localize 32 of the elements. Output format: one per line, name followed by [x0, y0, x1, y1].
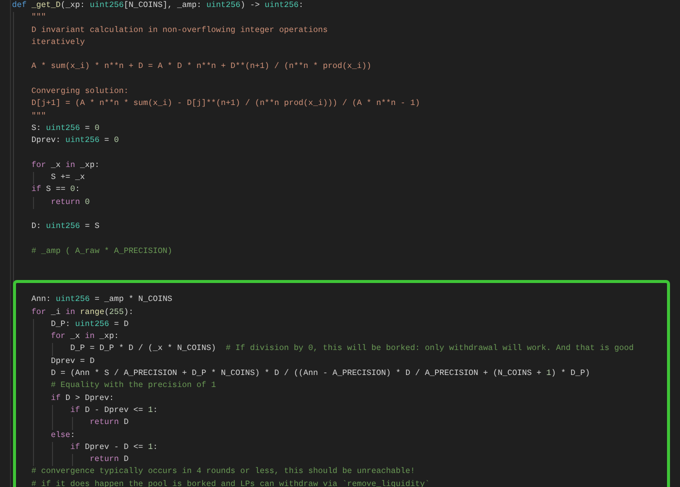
code-line: return D: [90, 454, 129, 466]
code-line: D_P = D_P * D / (_x * N_COINS) # If division by 0, this will be borked: only withdrawal will work. And that is good: [70, 343, 634, 356]
code-line: D = (Ann * S / A_PRECISION + D_P * N_COINS) * D / ((Ann - A_PRECISION) * D / A_PRECISION + (N_COINS + 1) * D_P): [50, 368, 590, 380]
code-line: if D - Dprev <= 1:: [70, 404, 158, 417]
code-line: iteratively: [31, 36, 85, 49]
code-line: S: uint256 = 0: [31, 122, 100, 135]
code-line: if Dprev - D <= 1:: [70, 442, 158, 454]
code-line: D invariant calculation in non-overflowing integer operations: [31, 24, 328, 37]
code-line: else:: [50, 430, 76, 442]
code-line: return 0: [50, 196, 90, 209]
code-line: Dprev = D: [50, 356, 95, 368]
code-line: def _get_D(_xp: uint256[N_COINS], _amp: uint256) -> uint256:: [12, 0, 304, 12]
code-line: if D > Dprev:: [50, 392, 114, 405]
code-line: A * sum(x_i) * n**n + D = A * D * n**n + D**(n+1) / (n**n * prod(x_i)): [31, 61, 372, 74]
code-line: if S == 0:: [31, 184, 80, 196]
code-line: D: uint256 = S: [31, 221, 100, 234]
code-line: D[j+1] = (A * n**n * sum(x_i) - D[j]**(n+1) / (n**n prod(x_i))) / (A * n**n - 1): [31, 98, 420, 110]
code-line: S += _x: [50, 172, 85, 184]
code-comment: # if it does happen the pool is borked and LPs can withdraw via `remove_liquidity`: [31, 478, 430, 487]
code-line: Ann: uint256 = _amp * N_COINS: [31, 294, 172, 306]
code-line: for _i in range(255):: [31, 306, 134, 319]
code-comment: # _amp ( A_raw * A_PRECISION): [31, 246, 172, 258]
code-line: Dprev: uint256 = 0: [31, 135, 119, 148]
code-line: Converging solution:: [31, 86, 129, 98]
code-line: """: [31, 110, 46, 123]
code-comment: # convergence typically occurs in 4 rounds or less, this should be unreachable!: [31, 466, 416, 478]
code-line: """: [31, 12, 46, 24]
code-line: for _x in _xp:: [50, 331, 119, 344]
code-line: for _x in _xp:: [31, 160, 100, 172]
code-comment: # Equality with the precision of 1: [50, 380, 216, 392]
code-line: return D: [90, 417, 129, 430]
code-line: D_P: uint256 = D: [50, 318, 129, 331]
